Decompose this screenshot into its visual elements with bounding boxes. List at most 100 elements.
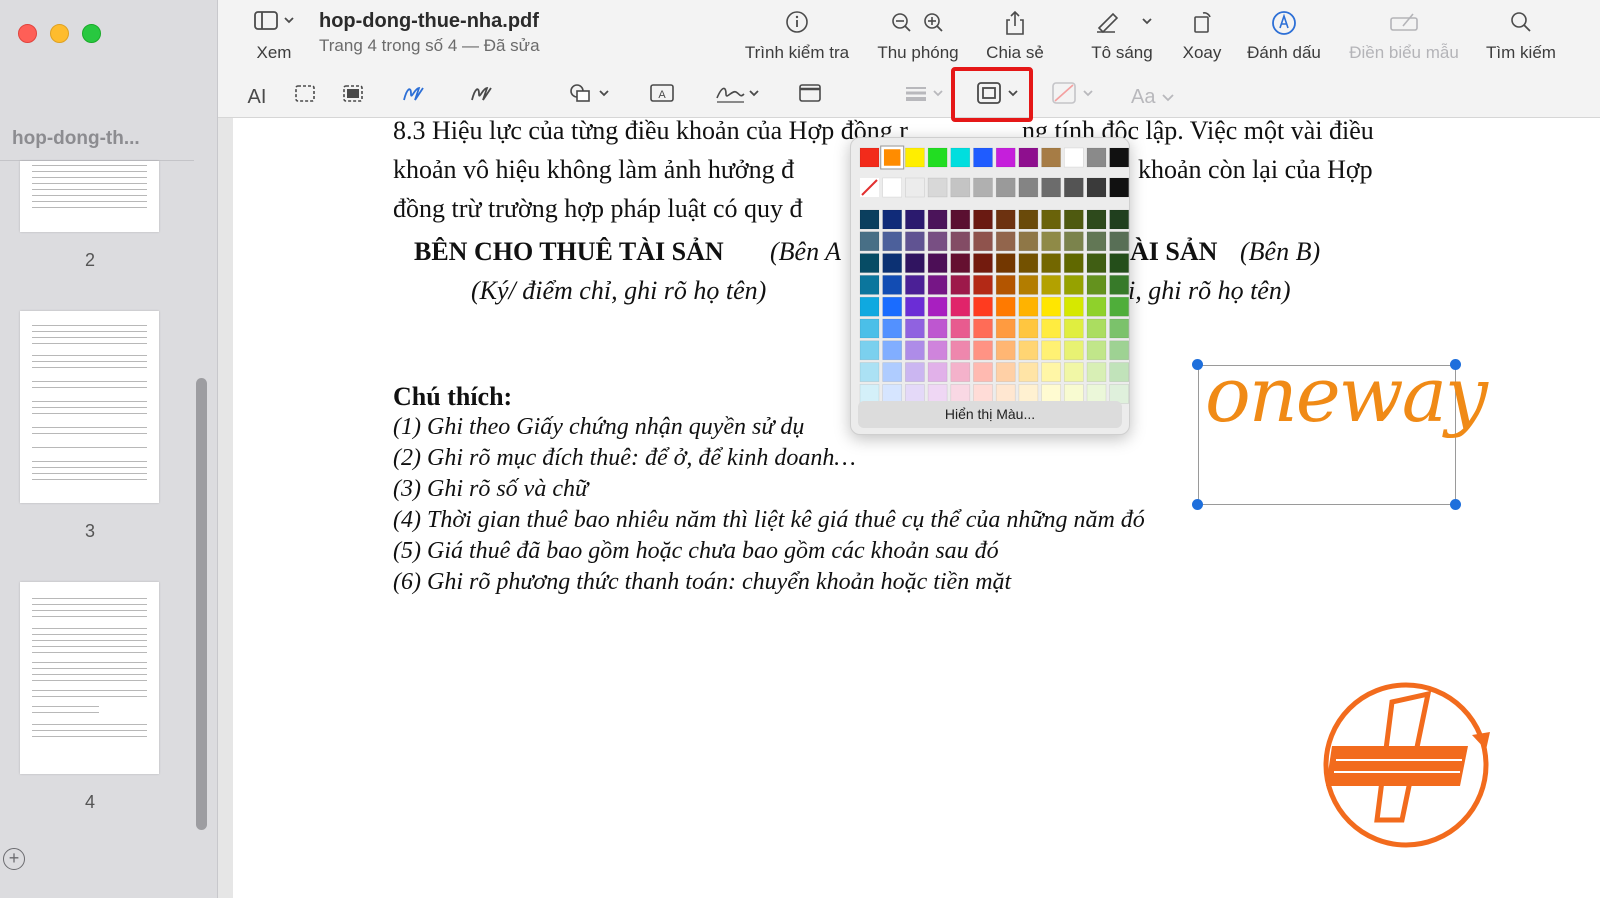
spectrum-swatch[interactable] bbox=[1086, 209, 1107, 230]
page-thumbnail-3[interactable] bbox=[20, 311, 159, 503]
spectrum-swatch[interactable] bbox=[1064, 275, 1084, 295]
view-button[interactable]: Xem bbox=[244, 10, 304, 63]
spectrum-swatch[interactable] bbox=[1018, 296, 1039, 317]
spectrum-swatch[interactable] bbox=[1109, 253, 1130, 273]
spectrum-swatch[interactable] bbox=[859, 362, 880, 382]
spectrum-swatch[interactable] bbox=[1064, 362, 1084, 382]
spectrum-swatch[interactable] bbox=[882, 362, 903, 382]
spectrum-swatch[interactable] bbox=[905, 253, 925, 273]
gray-swatch[interactable] bbox=[905, 177, 925, 198]
spectrum-swatch[interactable] bbox=[1064, 318, 1084, 339]
spectrum-swatch[interactable] bbox=[859, 318, 880, 339]
spectrum-swatch[interactable] bbox=[995, 253, 1016, 273]
fill-form-button[interactable]: Điền biểu mẫu bbox=[1342, 10, 1466, 63]
spectrum-swatch[interactable] bbox=[1086, 275, 1107, 295]
spectrum-swatch[interactable] bbox=[1086, 253, 1107, 273]
spectrum-swatch[interactable] bbox=[1109, 231, 1130, 252]
spectrum-swatch[interactable] bbox=[1018, 340, 1039, 361]
rect-selection-icon[interactable] bbox=[293, 82, 317, 112]
gray-swatch[interactable] bbox=[973, 177, 993, 198]
color-swatch[interactable] bbox=[905, 147, 925, 168]
notes-icon[interactable] bbox=[797, 82, 823, 112]
gray-swatch[interactable] bbox=[882, 177, 903, 198]
page-thumbnail-2[interactable] bbox=[20, 161, 159, 232]
spectrum-swatch[interactable] bbox=[995, 362, 1016, 382]
spectrum-swatch[interactable] bbox=[859, 231, 880, 252]
spectrum-swatch[interactable] bbox=[882, 296, 903, 317]
spectrum-swatch[interactable] bbox=[882, 209, 903, 230]
spectrum-swatch[interactable] bbox=[1086, 362, 1107, 382]
gray-swatch[interactable] bbox=[1064, 177, 1084, 198]
spectrum-swatch[interactable] bbox=[905, 318, 925, 339]
spectrum-swatch[interactable] bbox=[927, 362, 948, 382]
spectrum-swatch[interactable] bbox=[950, 231, 971, 252]
spectrum-swatch[interactable] bbox=[973, 296, 993, 317]
spectrum-swatch[interactable] bbox=[1086, 231, 1107, 252]
rotate-button[interactable]: Xoay bbox=[1176, 10, 1228, 63]
close-window-button[interactable] bbox=[18, 24, 37, 43]
spectrum-swatch[interactable] bbox=[1041, 231, 1061, 252]
spectrum-swatch[interactable] bbox=[1018, 275, 1039, 295]
page-thumbnail-4[interactable] bbox=[20, 582, 159, 774]
show-colors-button[interactable]: Hiển thị Màu... bbox=[858, 401, 1122, 428]
spectrum-swatch[interactable] bbox=[882, 253, 903, 273]
spectrum-swatch[interactable] bbox=[927, 231, 948, 252]
spectrum-swatch[interactable] bbox=[1086, 296, 1107, 317]
smart-lasso-icon[interactable] bbox=[341, 82, 365, 112]
spectrum-swatch[interactable] bbox=[905, 275, 925, 295]
spectrum-swatch[interactable] bbox=[1109, 318, 1130, 339]
gray-swatch[interactable] bbox=[1086, 177, 1107, 198]
share-button[interactable]: Chia sẻ bbox=[980, 10, 1050, 63]
fill-color-icon[interactable] bbox=[1050, 82, 1100, 112]
text-style-button[interactable]: Aa bbox=[1128, 82, 1178, 112]
spectrum-swatch[interactable] bbox=[905, 296, 925, 317]
spectrum-swatch[interactable] bbox=[1018, 209, 1039, 230]
spectrum-swatch[interactable] bbox=[859, 253, 880, 273]
gray-swatch[interactable] bbox=[995, 177, 1016, 198]
spectrum-swatch[interactable] bbox=[1064, 253, 1084, 273]
spectrum-swatch[interactable] bbox=[1041, 275, 1061, 295]
spectrum-swatch[interactable] bbox=[859, 296, 880, 317]
spectrum-swatch[interactable] bbox=[1064, 340, 1084, 361]
spectrum-swatch[interactable] bbox=[950, 362, 971, 382]
spectrum-swatch[interactable] bbox=[1064, 231, 1084, 252]
spectrum-swatch[interactable] bbox=[1041, 340, 1061, 361]
zoom-window-button[interactable] bbox=[82, 24, 101, 43]
resize-handle-top-right[interactable] bbox=[1450, 359, 1461, 370]
spectrum-swatch[interactable] bbox=[1086, 340, 1107, 361]
spectrum-swatch[interactable] bbox=[927, 296, 948, 317]
gray-swatch[interactable] bbox=[1109, 177, 1130, 198]
color-swatch[interactable] bbox=[995, 147, 1016, 168]
color-swatch[interactable] bbox=[859, 147, 880, 168]
spectrum-swatch[interactable] bbox=[950, 253, 971, 273]
highlight-button[interactable]: Tô sáng bbox=[1082, 10, 1162, 63]
color-swatch[interactable] bbox=[881, 146, 903, 169]
spectrum-swatch[interactable] bbox=[1064, 209, 1084, 230]
line-style-icon[interactable] bbox=[902, 82, 946, 112]
plus-circle-icon[interactable]: + bbox=[3, 848, 25, 870]
spectrum-swatch[interactable] bbox=[905, 231, 925, 252]
spectrum-swatch[interactable] bbox=[1018, 362, 1039, 382]
text-box-icon[interactable]: A bbox=[648, 82, 676, 112]
spectrum-swatch[interactable] bbox=[905, 340, 925, 361]
spectrum-swatch[interactable] bbox=[995, 340, 1016, 361]
spectrum-swatch[interactable] bbox=[905, 209, 925, 230]
spectrum-swatch[interactable] bbox=[859, 209, 880, 230]
spectrum-swatch[interactable] bbox=[995, 275, 1016, 295]
spectrum-swatch[interactable] bbox=[1018, 253, 1039, 273]
spectrum-swatch[interactable] bbox=[1018, 231, 1039, 252]
spectrum-swatch[interactable] bbox=[859, 275, 880, 295]
spectrum-swatch[interactable] bbox=[995, 209, 1016, 230]
spectrum-swatch[interactable] bbox=[995, 231, 1016, 252]
spectrum-swatch[interactable] bbox=[1109, 209, 1130, 230]
spectrum-swatch[interactable] bbox=[882, 318, 903, 339]
spectrum-swatch[interactable] bbox=[995, 318, 1016, 339]
spectrum-swatch[interactable] bbox=[1109, 296, 1130, 317]
spectrum-swatch[interactable] bbox=[1041, 318, 1061, 339]
spectrum-swatch[interactable] bbox=[859, 340, 880, 361]
resize-handle-bottom-right[interactable] bbox=[1450, 499, 1461, 510]
spectrum-swatch[interactable] bbox=[927, 340, 948, 361]
spectrum-swatch[interactable] bbox=[973, 231, 993, 252]
sidebar-scrollbar[interactable] bbox=[196, 378, 207, 830]
spectrum-swatch[interactable] bbox=[950, 275, 971, 295]
